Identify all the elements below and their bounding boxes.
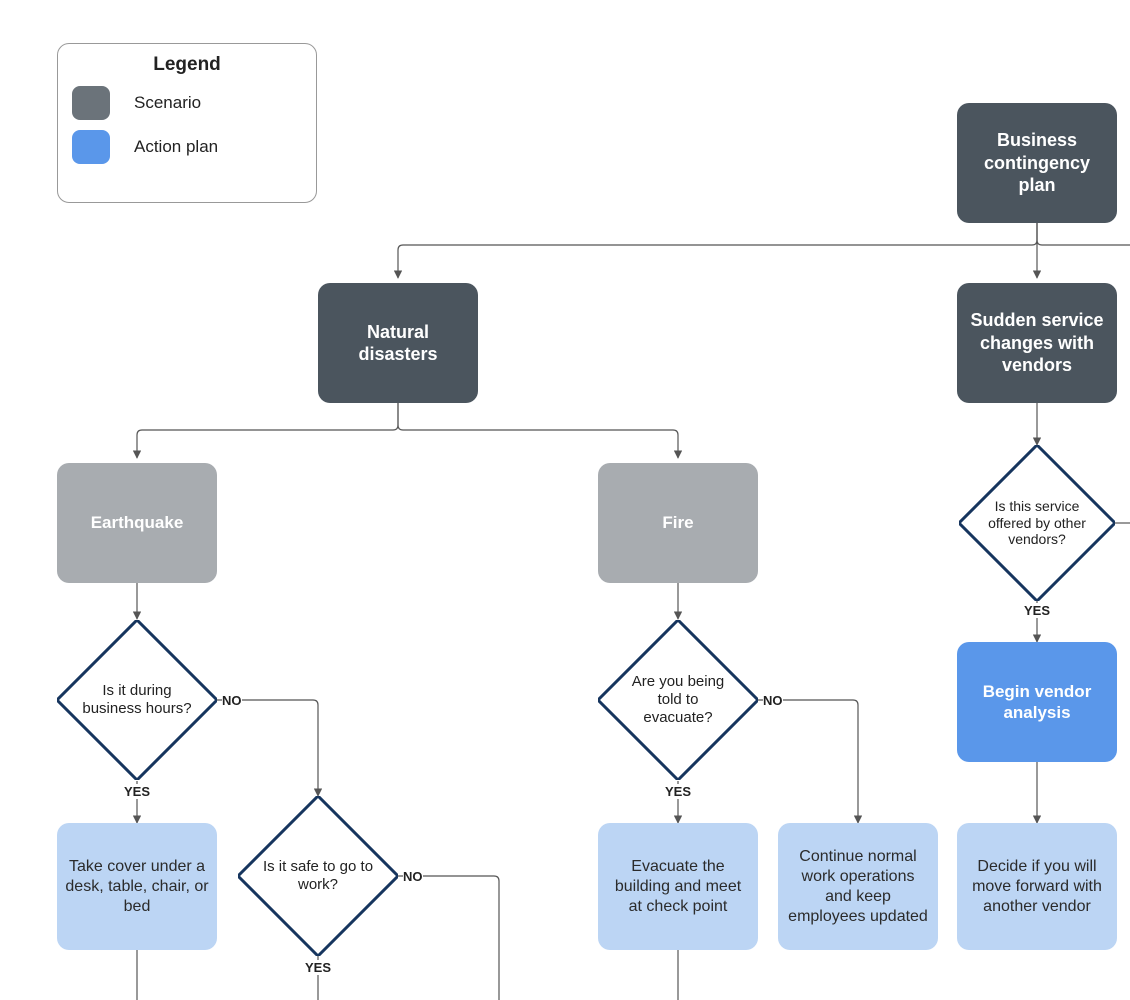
decision-business-hours: Is it during business hours? (57, 620, 217, 780)
decision-evacuate-label: Are you being told to evacuate? (598, 620, 758, 780)
node-vendors: Sudden service changes with vendors (957, 283, 1117, 403)
decision-other-vendors-label: Is this service offered by other vendors… (959, 445, 1115, 601)
action-vendor-analysis-label: Begin vendor analysis (965, 681, 1109, 724)
legend: Legend Scenario Action plan (57, 43, 317, 203)
edge-label-no-1: NO (222, 693, 242, 708)
action-evac-meet-label: Evacuate the building and meet at check … (606, 857, 750, 917)
action-decide-vendor-label: Decide if you will move forward with ano… (965, 857, 1109, 917)
edge-label-yes-1: YES (124, 784, 150, 799)
action-normal-ops: Continue normal work operations and keep… (778, 823, 938, 950)
decision-safe-work: Is it safe to go to work? (238, 796, 398, 956)
legend-title: Legend (72, 54, 302, 76)
action-vendor-analysis: Begin vendor analysis (957, 642, 1117, 762)
action-decide-vendor: Decide if you will move forward with ano… (957, 823, 1117, 950)
edge-label-yes-3: YES (665, 784, 691, 799)
decision-other-vendors: Is this service offered by other vendors… (959, 445, 1115, 601)
decision-evacuate: Are you being told to evacuate? (598, 620, 758, 780)
edge-label-no-3: NO (763, 693, 783, 708)
action-evac-meet: Evacuate the building and meet at check … (598, 823, 758, 950)
node-natural-label: Natural disasters (326, 321, 470, 366)
decision-business-hours-label: Is it during business hours? (57, 620, 217, 780)
node-earthquake-label: Earthquake (91, 512, 184, 533)
node-fire-label: Fire (662, 512, 693, 533)
node-root: Business contingency plan (957, 103, 1117, 223)
legend-swatch-action (72, 130, 110, 164)
edge-label-no-2: NO (403, 869, 423, 884)
edge-label-yes-2: YES (305, 960, 331, 975)
node-vendors-label: Sudden service changes with vendors (965, 309, 1109, 377)
legend-item-scenario: Scenario (72, 86, 302, 120)
legend-swatch-scenario (72, 86, 110, 120)
edge-label-yes-4: YES (1024, 603, 1050, 618)
decision-safe-work-label: Is it safe to go to work? (238, 796, 398, 956)
legend-label-action: Action plan (134, 137, 218, 157)
node-root-label: Business contingency plan (965, 129, 1109, 197)
action-take-cover: Take cover under a desk, table, chair, o… (57, 823, 217, 950)
legend-item-action: Action plan (72, 130, 302, 164)
action-take-cover-label: Take cover under a desk, table, chair, o… (65, 857, 209, 917)
legend-label-scenario: Scenario (134, 93, 201, 113)
flowchart-canvas: Legend Scenario Action plan (0, 0, 1130, 1000)
node-natural-disasters: Natural disasters (318, 283, 478, 403)
action-normal-ops-label: Continue normal work operations and keep… (786, 847, 930, 927)
node-fire: Fire (598, 463, 758, 583)
node-earthquake: Earthquake (57, 463, 217, 583)
